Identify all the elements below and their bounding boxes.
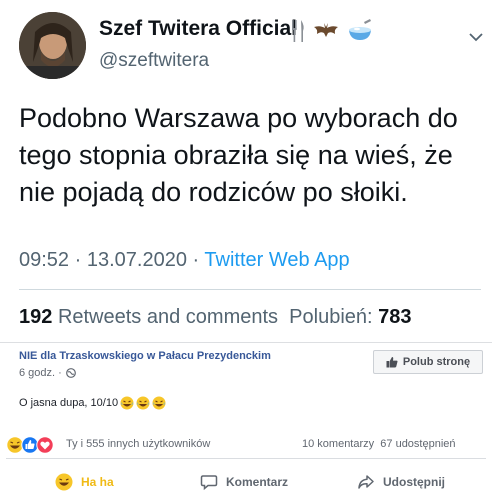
retweets-label[interactable]: Retweets and comments (58, 306, 278, 328)
comment-button[interactable]: Komentarz (200, 469, 288, 495)
haha-reaction-icon (55, 473, 73, 491)
post-time-label[interactable]: 6 godz. · (19, 367, 62, 379)
likes-count[interactable]: 783 (378, 306, 411, 328)
handle[interactable]: @szeftwitera (99, 50, 209, 72)
page-name-link[interactable]: NIE dla Trzaskowskiego w Pałacu Prezyden… (19, 350, 271, 362)
share-label: Udostępnij (383, 475, 445, 489)
tweet-card: Szef Twitera Official @szeftwitera Podob… (0, 0, 492, 342)
tweet-text: Podobno Warszawa po wyborach do tego sto… (19, 103, 458, 207)
laughing-emoji-icon (136, 396, 150, 410)
share-icon (358, 475, 374, 489)
like-page-label: Polub stronę (402, 356, 471, 368)
tweet-meta: 09:52 · 13.07.2020 · Twitter Web App (19, 249, 350, 272)
tweet-source[interactable]: Twitter Web App (204, 249, 349, 271)
comments-count[interactable]: 10 komentarzy (302, 438, 374, 450)
likes-label[interactable]: Polubień: (289, 306, 372, 328)
engagement-counts: 10 komentarzy 67 udostępnień (302, 438, 456, 450)
thumbs-up-icon (386, 357, 398, 368)
divider (6, 458, 486, 459)
globe-icon (65, 368, 76, 378)
post-text: O jasna dupa, 10/10 (19, 396, 166, 410)
comment-label: Komentarz (226, 475, 289, 489)
fork-knife-icon (292, 20, 304, 42)
haha-label: Ha ha (81, 475, 114, 489)
retweets-count[interactable]: 192 (19, 306, 52, 328)
post-text-content: O jasna dupa, 10/10 (19, 397, 119, 409)
shares-count[interactable]: 67 udostępnień (380, 438, 455, 450)
post-actions: Ha ha Komentarz Udostępnij (0, 469, 492, 495)
divider (19, 289, 481, 290)
laughing-emoji-icon (120, 396, 134, 410)
bowl-icon (349, 19, 371, 40)
like-page-button[interactable]: Polub stronę (373, 350, 483, 374)
tweet-stats: 192 Retweets and comments Polubień: 783 (19, 306, 412, 329)
comment-icon (200, 475, 218, 491)
avatar[interactable] (19, 12, 86, 79)
display-name[interactable]: Szef Twitera Official (99, 17, 297, 41)
love-reaction-icon (36, 436, 54, 454)
laughing-emoji-icon (152, 396, 166, 410)
share-button[interactable]: Udostępnij (357, 469, 445, 495)
name-emojis (290, 17, 374, 45)
bat-icon (314, 23, 338, 37)
haha-button[interactable]: Ha ha (55, 469, 114, 495)
facebook-post: NIE dla Trzaskowskiego w Pałacu Prezyden… (0, 342, 492, 504)
reaction-icons[interactable] (6, 436, 54, 454)
reactions-summary[interactable]: Ty i 555 innych użytkowników (66, 438, 210, 450)
meta-sep: · (74, 249, 82, 271)
chevron-down-icon[interactable] (466, 27, 486, 47)
tweet-date[interactable]: 13.07.2020 (87, 249, 187, 271)
meta-sep: · (192, 249, 200, 271)
tweet-time[interactable]: 09:52 (19, 249, 69, 271)
post-time: 6 godz. · (19, 367, 76, 379)
